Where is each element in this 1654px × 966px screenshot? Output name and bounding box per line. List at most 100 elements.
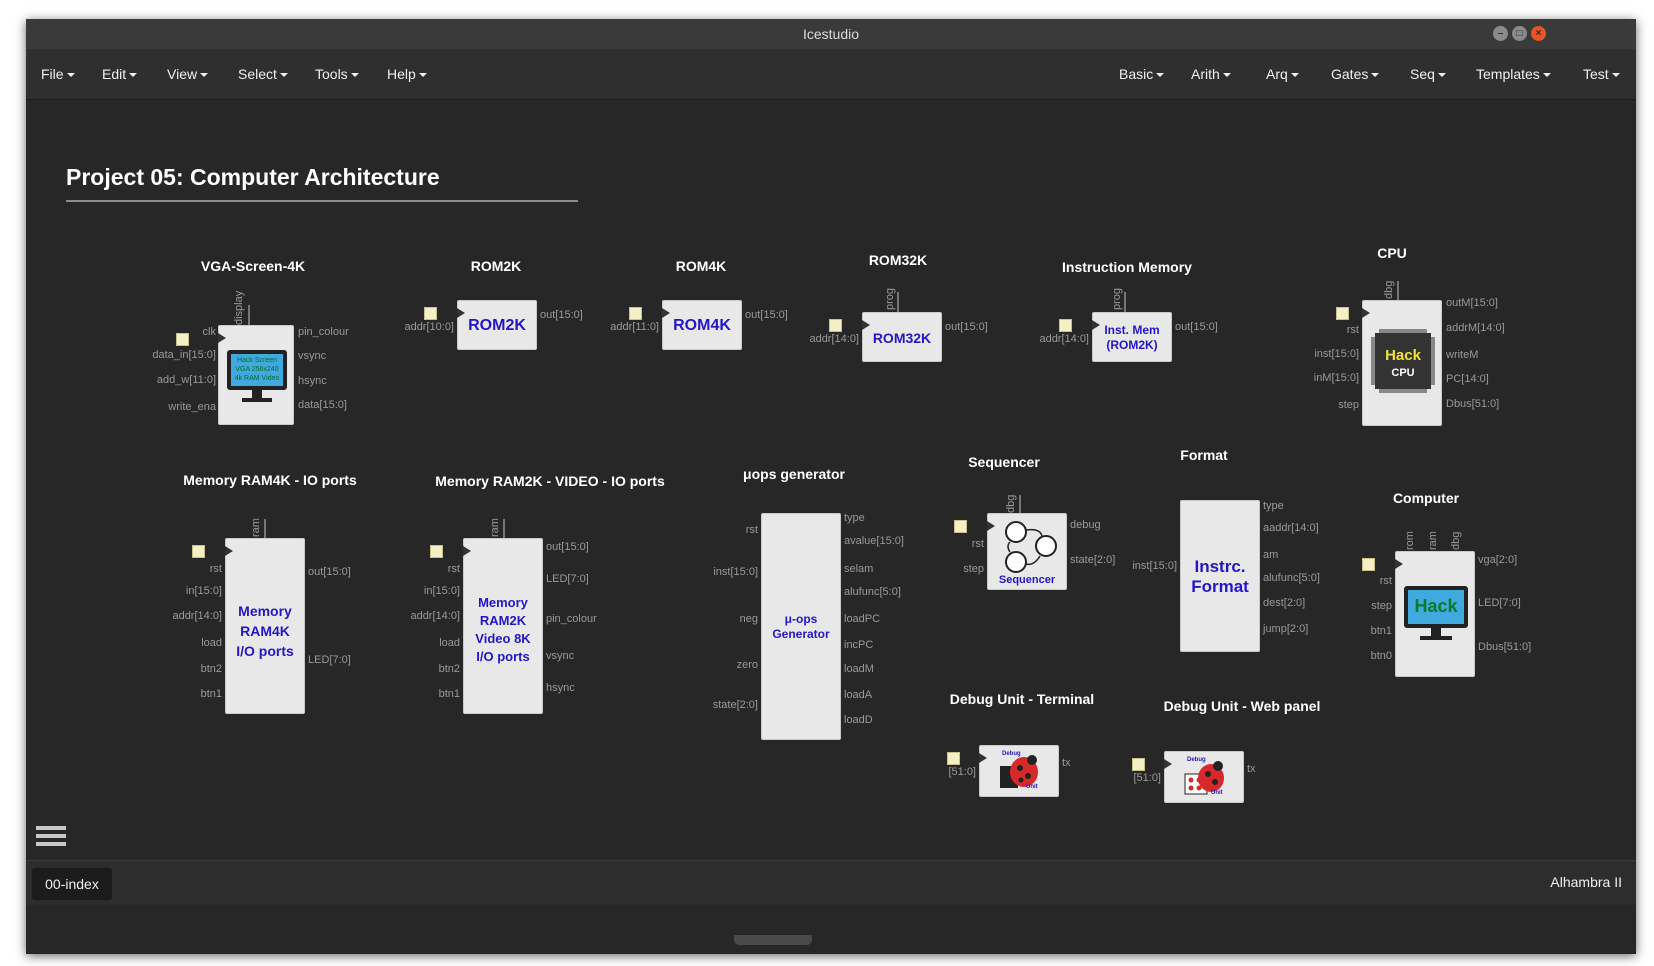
chevron-down-icon [1542, 73, 1551, 78]
menu-gates[interactable]: Gates [1331, 49, 1380, 99]
pin-label: load [201, 637, 222, 649]
screen-line: VGA 256x240 [235, 366, 279, 373]
pin-label: ram [489, 518, 501, 537]
pin-label: dest[2:0] [1263, 597, 1306, 609]
block-body[interactable]: ROM32K [862, 312, 942, 362]
clock-port[interactable] [629, 307, 642, 320]
menu-view[interactable]: View [167, 49, 209, 99]
menu-edit[interactable]: Edit [102, 49, 138, 99]
block-text-line: I/O ports [236, 643, 294, 659]
block-body[interactable]: Memory RAM2K Video 8K I/O ports [463, 538, 543, 714]
menu-label: Arith [1191, 66, 1220, 82]
block-body[interactable]: Sequencer [987, 513, 1067, 590]
block-text-line: RAM4K [240, 623, 290, 639]
pin-label: type [1263, 500, 1284, 512]
tab-00-index[interactable]: 00-index [32, 868, 112, 900]
block-body[interactable]: Debug Unit [979, 745, 1059, 797]
design-canvas[interactable]: Project 05: Computer Architecture VGA-Sc… [26, 100, 1636, 894]
close-icon: × [1535, 28, 1542, 39]
clock-port[interactable] [1336, 307, 1349, 320]
pin-label: inst[15:0] [1132, 560, 1177, 572]
clock-port[interactable] [829, 319, 842, 332]
block-body[interactable]: Hack [1395, 551, 1475, 677]
menu-file[interactable]: File [41, 49, 75, 99]
clock-triangle-icon [457, 308, 465, 318]
clock-port[interactable] [947, 752, 960, 765]
block-body[interactable]: Debug Unit [1164, 751, 1244, 803]
clock-port[interactable] [430, 545, 443, 558]
pin-label: alufunc[5:0] [844, 586, 901, 598]
menu-arq[interactable]: Arq [1266, 49, 1299, 99]
menu-label: Basic [1119, 66, 1154, 82]
pin-label: rst [1379, 575, 1392, 587]
window-title: Icestudio [802, 26, 860, 42]
pin-label: neg [739, 613, 758, 625]
block-body[interactable]: Instrc. Format [1180, 500, 1260, 652]
block-body[interactable]: Hack CPU [1362, 300, 1442, 426]
clock-triangle-icon [1362, 308, 1370, 318]
block-body[interactable]: ROM4K [662, 300, 742, 350]
minimize-button[interactable]: – [1493, 26, 1508, 41]
block-body[interactable]: ROM2K [457, 300, 537, 350]
menu-basic[interactable]: Basic [1119, 49, 1165, 99]
pin-label: write_ena [168, 401, 216, 413]
menu-select[interactable]: Select [238, 49, 288, 99]
block-label: ROM32K [868, 252, 928, 268]
menu-arith[interactable]: Arith [1191, 49, 1231, 99]
clock-triangle-icon [662, 308, 670, 318]
pin-label: addr[14:0] [809, 333, 859, 345]
pin-label: in[15:0] [423, 585, 460, 597]
block-label: Instruction Memory [1062, 259, 1192, 275]
pin-label: state[2:0] [712, 699, 758, 711]
pin-label: LED[7:0] [308, 654, 351, 666]
menu-seq[interactable]: Seq [1410, 49, 1446, 99]
pin-label: debug [1070, 519, 1101, 531]
menu-label: Arq [1266, 66, 1288, 82]
clock-port[interactable] [424, 307, 437, 320]
menu-help[interactable]: Help [387, 49, 427, 99]
clock-port[interactable] [1362, 558, 1375, 571]
block-body[interactable]: Inst. Mem (ROM2K) [1092, 312, 1172, 362]
state-machine-icon [1005, 521, 1057, 573]
block-label: Debug Unit - Terminal [949, 691, 1095, 707]
block-body[interactable]: Memory RAM4K I/O ports [225, 538, 305, 714]
block-text: ROM4K [673, 317, 731, 334]
block-label: Debug Unit - Web panel [1163, 698, 1321, 714]
pin-label: am [1263, 549, 1279, 561]
block-text: Memory RAM4K I/O ports [226, 601, 304, 661]
clock-triangle-icon [463, 546, 471, 556]
hamburger-menu-icon[interactable] [36, 826, 66, 852]
pin-label: rst [447, 563, 460, 575]
menu-tools[interactable]: Tools [315, 49, 359, 99]
screen-line: Hack Screen [236, 357, 278, 364]
block-body[interactable]: Hack Screen VGA 256x240 4k RAM Video [218, 325, 294, 425]
clock-triangle-icon [218, 333, 226, 343]
pin-label: btn1 [438, 688, 460, 700]
pin-label: ram [1427, 531, 1439, 550]
clock-port[interactable] [1059, 319, 1072, 332]
clock-port[interactable] [954, 520, 967, 533]
pin-label: ram [250, 518, 262, 537]
close-button[interactable]: × [1531, 26, 1546, 41]
block-body[interactable]: μ-ops Generator [761, 513, 841, 740]
chevron-down-icon [1290, 73, 1299, 78]
menu-test[interactable]: Test [1583, 49, 1620, 99]
pin-label: data_in[15:0] [152, 349, 216, 361]
pin-label: loadPC [844, 613, 881, 625]
block-label: Memory RAM2K - VIDEO - IO ports [435, 473, 665, 489]
icon-text: Unit [1211, 790, 1223, 796]
bottom-handle[interactable] [734, 935, 812, 945]
icon-text: Unit [1026, 784, 1038, 790]
board-selector[interactable]: Alhambra II [1550, 874, 1622, 890]
maximize-button[interactable]: □ [1512, 26, 1527, 41]
pin-label: btn2 [438, 663, 460, 675]
chevron-down-icon [1611, 73, 1620, 78]
clock-port[interactable] [1132, 758, 1145, 771]
pin-label: LED[7:0] [546, 573, 589, 585]
clock-port[interactable] [192, 545, 205, 558]
clock-triangle-icon [1395, 559, 1403, 569]
pin-label: type [844, 512, 865, 524]
pin-label: out[15:0] [540, 309, 583, 321]
block-text: ROM2K [468, 317, 526, 334]
menu-templates[interactable]: Templates [1476, 49, 1551, 99]
